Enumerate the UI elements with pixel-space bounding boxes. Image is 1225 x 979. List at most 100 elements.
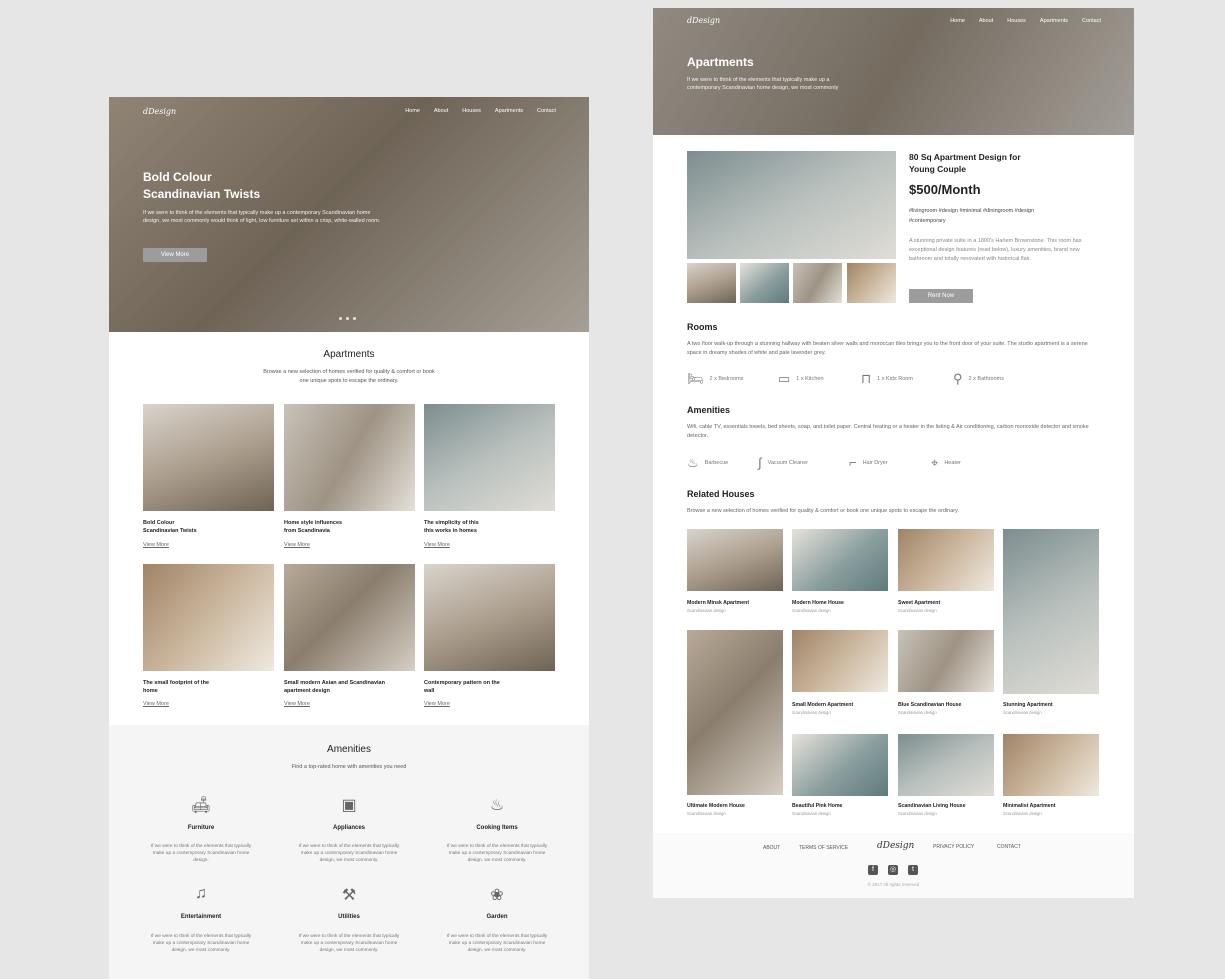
nav-houses[interactable]: Houses [462, 108, 481, 114]
related-house-subtitle: Scandinavian design [792, 710, 831, 715]
related-house-image[interactable] [1003, 734, 1099, 796]
nav-apartments[interactable]: Apartments [1040, 18, 1068, 24]
related-house-title[interactable]: Modern Minsk Apartment [687, 600, 749, 606]
instagram-icon[interactable]: ◎ [888, 865, 898, 875]
listing-description: A stunning private suite in a 1800's Har… [909, 238, 1082, 262]
nav-contact[interactable]: Contact [537, 108, 556, 114]
cooking-pot-icon: ♨ [489, 797, 505, 814]
amenity-name: Cooking Items [476, 825, 518, 831]
related-house-image[interactable] [898, 529, 994, 591]
related-house-image[interactable] [687, 529, 783, 591]
footer-link-terms[interactable]: TERMS OF SERVICE [799, 845, 848, 851]
facebook-icon[interactable]: f [868, 865, 878, 875]
amenity-name: Garden [486, 914, 508, 920]
card-view-more-link[interactable]: View More [284, 701, 310, 707]
amenity-desc: If we were to think of the elements that… [298, 844, 400, 863]
carousel-dots[interactable] [339, 317, 356, 320]
nav-home[interactable]: Home [405, 108, 420, 114]
amenity-name: Entertainment [180, 914, 222, 920]
apartment-detail-mockup: dDesign Home About Houses Apartments Con… [653, 8, 1134, 898]
listing-thumbnail[interactable] [793, 263, 842, 303]
card-image[interactable] [424, 404, 555, 511]
related-house-image[interactable] [792, 529, 888, 591]
related-house-image[interactable] [792, 630, 888, 692]
card-view-more-link[interactable]: View More [143, 542, 169, 548]
amenity-feature: ♨ Barbecue [687, 455, 729, 470]
related-house-image[interactable] [898, 630, 994, 692]
room-feature: ⚲ 2 x Bathrooms [953, 371, 1004, 386]
rent-now-button[interactable]: Rent Now [909, 289, 973, 303]
related-house-title[interactable]: Beautiful Pink Home [792, 803, 842, 809]
card-view-more-link[interactable]: View More [284, 542, 310, 548]
carousel-dot[interactable] [339, 317, 342, 320]
shower-icon: ⚲ [953, 371, 963, 386]
related-house-title[interactable]: Modern Home House [792, 600, 844, 606]
related-house-image[interactable] [1003, 529, 1099, 694]
card-image[interactable] [284, 564, 415, 671]
listing-thumbnail[interactable] [740, 263, 789, 303]
card-title: Bold Colour Scandinavian Twists [143, 520, 197, 534]
related-house-image[interactable] [792, 734, 888, 796]
hero-view-more-button[interactable]: View More [143, 248, 207, 262]
carousel-dot[interactable] [346, 317, 349, 320]
entertainment-icon: ♫ [195, 885, 207, 902]
amenity-desc: If we were to think of the elements that… [446, 844, 548, 863]
card-title: Contemporary pattern on the wall [424, 680, 500, 694]
twitter-icon[interactable]: t [908, 865, 918, 875]
related-house-title[interactable]: Ultimate Modern House [687, 803, 745, 809]
related-house-subtitle: Scandinavian design [792, 811, 831, 816]
logo[interactable]: dDesign [687, 16, 720, 25]
apartments-title: Apartments [323, 349, 375, 360]
garden-icon: ❀ [490, 887, 504, 904]
vacuum-icon: ∫ [758, 455, 762, 470]
listing-price: $500/Month [909, 182, 981, 197]
card-image[interactable] [424, 564, 555, 671]
amenities-title: Amenities [327, 744, 371, 755]
related-house-image[interactable] [687, 630, 783, 795]
card-image[interactable] [143, 564, 274, 671]
card-view-more-link[interactable]: View More [143, 701, 169, 707]
amenities-subtitle: Find a top-rated home with amenities you… [291, 764, 407, 770]
room-feature: ⊓ 1 x Kids Room [861, 371, 913, 386]
card-image[interactable] [284, 404, 415, 511]
listing-tags: #livingroom #design #minimal #diningroom… [909, 208, 1035, 224]
related-house-title[interactable]: Blue Scandinavian House [898, 702, 961, 708]
related-house-image[interactable] [898, 734, 994, 796]
related-house-title[interactable]: Sweet Apartment [898, 600, 940, 606]
bed-icon: 🛏 [687, 371, 704, 386]
footer-link-about[interactable]: ABOUT [763, 845, 780, 851]
heater-icon: ⌖ [931, 455, 939, 470]
kids-bed-icon: ⊓ [861, 371, 872, 386]
listing-thumbnail[interactable] [687, 263, 736, 303]
amenity-desc: If we were to think of the elements that… [150, 934, 252, 953]
nav-houses[interactable]: Houses [1007, 18, 1026, 24]
listing-thumbnail[interactable] [847, 263, 896, 303]
listing-main-image[interactable] [687, 151, 896, 259]
card-image[interactable] [143, 404, 274, 511]
logo[interactable]: dDesign [143, 107, 176, 116]
related-house-subtitle: Scandinavian design [898, 608, 937, 613]
footer-link-privacy[interactable]: PRIVACY POLICY [933, 844, 974, 850]
nav-contact[interactable]: Contact [1082, 18, 1101, 24]
card-view-more-link[interactable]: View More [424, 542, 450, 548]
related-house-title[interactable]: Small Modern Apartment [792, 702, 853, 708]
footer-logo[interactable]: dDesign [877, 841, 914, 851]
amenity-desc: If we were to think of the elements that… [446, 934, 548, 953]
top-nav: Home About Houses Apartments Contact [391, 108, 556, 114]
room-feature: ▭ 1 x Kitchen [778, 371, 824, 386]
footer-link-contact[interactable]: CONTACT [997, 844, 1021, 850]
appliance-icon: ▣ [341, 797, 357, 814]
social-links: f ◎ t [868, 865, 918, 875]
related-houses-subtitle: Browse a new selection of homes verified… [687, 508, 959, 514]
related-house-title[interactable]: Scandinavian Living House [898, 803, 965, 809]
related-house-title[interactable]: Minimalist Apartment [1003, 803, 1056, 809]
amenity-feature: ⌐ Hair Dryer [849, 455, 888, 470]
nav-about[interactable]: About [979, 18, 993, 24]
related-house-title[interactable]: Stunning Apartment [1003, 702, 1053, 708]
card-view-more-link[interactable]: View More [424, 701, 450, 707]
related-houses-heading: Related Houses [687, 489, 755, 499]
carousel-dot[interactable] [353, 317, 356, 320]
nav-apartments[interactable]: Apartments [495, 108, 523, 114]
nav-about[interactable]: About [434, 108, 448, 114]
nav-home[interactable]: Home [950, 18, 965, 24]
